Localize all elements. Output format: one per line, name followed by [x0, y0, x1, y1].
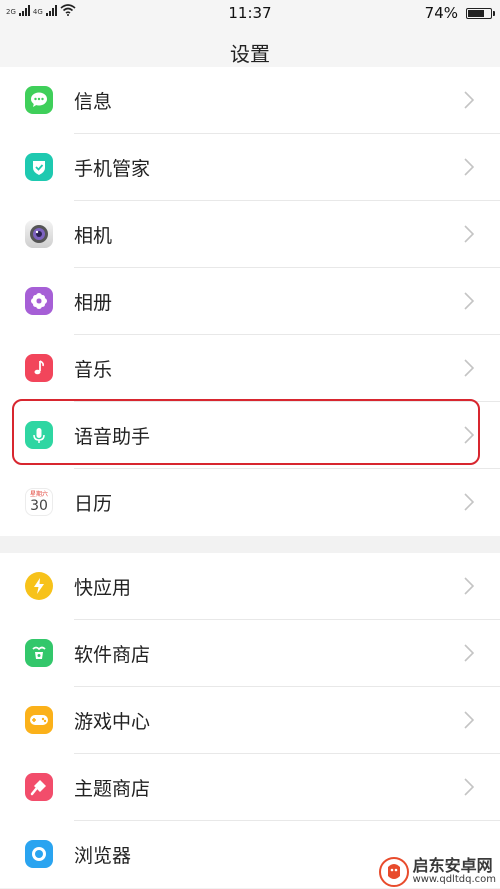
battery-icon — [466, 7, 495, 19]
settings-group-services: 快应用 软件商店 游戏中心 主题商店 浏览器 — [0, 553, 500, 888]
watermark-name: 启东安卓网 — [412, 856, 493, 876]
chevron-right-icon — [464, 292, 474, 310]
chevron-right-icon — [464, 778, 474, 796]
settings-item-camera[interactable]: 相机 — [0, 201, 500, 268]
theme-brush-icon — [25, 773, 53, 801]
shield-icon — [25, 153, 53, 181]
settings-item-label: 主题商店 — [74, 778, 151, 800]
settings-item-messages[interactable]: 信息 — [0, 67, 500, 134]
microphone-icon — [25, 421, 53, 449]
chevron-right-icon — [464, 577, 474, 595]
settings-item-theme-store[interactable]: 主题商店 — [0, 754, 500, 821]
chevron-right-icon — [464, 158, 474, 176]
settings-item-music[interactable]: 音乐 — [0, 335, 500, 402]
browser-icon — [25, 840, 53, 868]
settings-item-label: 日历 — [74, 493, 113, 515]
message-icon — [25, 86, 53, 114]
gamepad-icon — [25, 706, 53, 734]
settings-item-phone-manager[interactable]: 手机管家 — [0, 134, 500, 201]
calendar-icon: 星期六 30 — [25, 488, 53, 516]
chevron-right-icon — [464, 711, 474, 729]
chevron-right-icon — [464, 91, 474, 109]
settings-item-label: 相机 — [74, 225, 113, 247]
settings-item-app-store[interactable]: 软件商店 — [0, 620, 500, 687]
settings-item-game-center[interactable]: 游戏中心 — [0, 687, 500, 754]
settings-item-album[interactable]: 相册 — [0, 268, 500, 335]
settings-item-label: 游戏中心 — [74, 711, 151, 733]
settings-item-label: 快应用 — [74, 577, 132, 599]
settings-item-label: 相册 — [74, 292, 113, 314]
chevron-right-icon — [464, 644, 474, 662]
camera-icon — [25, 220, 53, 248]
chevron-right-icon — [464, 225, 474, 243]
settings-item-label: 浏览器 — [74, 845, 132, 867]
music-icon — [25, 354, 53, 382]
chevron-right-icon — [464, 359, 474, 377]
album-icon — [25, 287, 53, 315]
settings-group-apps: 信息 手机管家 相机 相册 音乐 语音助手 星期六 30 日历 — [0, 67, 500, 536]
settings-item-calendar[interactable]: 星期六 30 日历 — [0, 469, 500, 536]
settings-item-label: 软件商店 — [74, 644, 151, 666]
watermark-logo-icon — [378, 857, 409, 887]
watermark: 启东安卓网 www.qdltdq.com — [378, 856, 496, 887]
lightning-icon — [25, 572, 53, 600]
battery-percent: 74% — [424, 4, 458, 22]
settings-item-label: 语音助手 — [74, 426, 151, 448]
chevron-right-icon — [464, 426, 474, 444]
chevron-right-icon — [464, 493, 474, 511]
settings-item-voice-assistant[interactable]: 语音助手 — [0, 402, 500, 469]
calendar-day: 30 — [30, 498, 48, 514]
status-bar: 2G 4G 11:37 74% — [0, 0, 500, 26]
settings-item-label: 手机管家 — [74, 158, 151, 180]
store-icon — [25, 639, 53, 667]
settings-item-label: 信息 — [74, 91, 113, 113]
watermark-url: www.qdltdq.com — [412, 874, 496, 886]
settings-item-label: 音乐 — [74, 359, 113, 381]
settings-item-quick-apps[interactable]: 快应用 — [0, 553, 500, 620]
